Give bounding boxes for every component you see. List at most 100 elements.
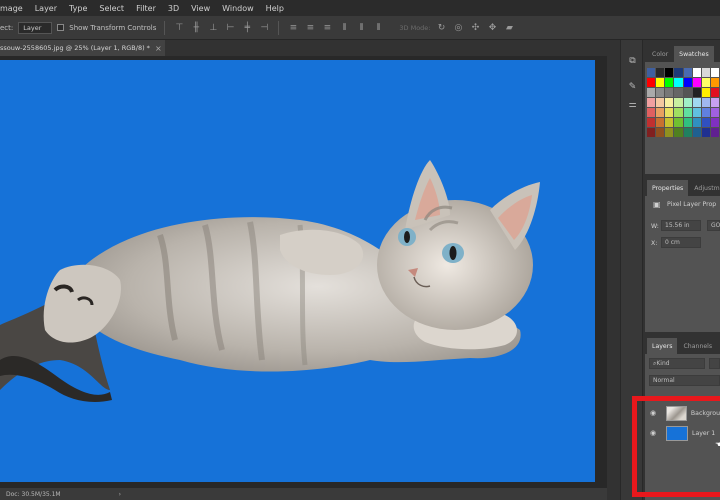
color-swatch[interactable] [665,118,674,127]
x-position-field[interactable]: 0 cm [661,237,701,248]
color-swatch[interactable] [665,98,674,107]
color-swatch[interactable] [683,118,692,127]
color-swatch[interactable] [647,118,656,127]
align-middle-icon[interactable]: ╫ [190,22,202,34]
align-top-icon[interactable]: ⊤ [173,22,185,34]
color-swatch[interactable] [683,108,692,117]
layer-filter-kind[interactable]: ⌕ Kind [649,358,705,369]
color-swatch[interactable] [701,98,710,107]
menu-select[interactable]: Select [93,4,130,13]
color-swatch[interactable] [701,78,710,87]
close-icon[interactable]: × [155,44,162,53]
tab-properties[interactable]: Properties [647,180,689,196]
color-swatch[interactable] [692,88,701,97]
color-swatch[interactable] [674,78,683,87]
color-swatch[interactable] [674,68,683,77]
menu-view[interactable]: View [185,4,216,13]
color-swatch[interactable] [656,118,665,127]
status-menu-arrow[interactable]: › [119,491,121,498]
color-swatch[interactable] [665,128,674,137]
color-swatch[interactable] [665,68,674,77]
color-swatch[interactable] [701,118,710,127]
3d-roll-icon[interactable]: ◎ [452,22,464,34]
filter-pixel-icon[interactable] [709,358,720,369]
color-swatch[interactable] [647,88,656,97]
color-swatch[interactable] [656,68,665,77]
color-swatch[interactable] [674,108,683,117]
color-swatch[interactable] [665,108,674,117]
color-swatch[interactable] [692,108,701,117]
color-swatch[interactable] [710,118,719,127]
color-swatch[interactable] [665,78,674,87]
color-swatch[interactable] [692,128,701,137]
color-swatch[interactable] [674,88,683,97]
color-swatch[interactable] [683,98,692,107]
color-swatch[interactable] [692,118,701,127]
auto-select-dropdown[interactable]: Layer [18,21,53,34]
color-swatch[interactable] [647,108,656,117]
distribute-right-icon[interactable]: ⦀ [372,22,384,34]
link-dimensions-button[interactable]: GO [707,220,720,231]
menu-window[interactable]: Window [216,4,260,13]
3d-slide-icon[interactable]: ✥ [486,22,498,34]
align-left-icon[interactable]: ⊢ [224,22,236,34]
color-swatch[interactable] [683,78,692,87]
menu-image[interactable]: mage [0,4,29,13]
color-swatch[interactable] [674,128,683,137]
tab-layers[interactable]: Layers [647,338,678,354]
color-swatch[interactable] [656,108,665,117]
color-swatch[interactable] [710,128,719,137]
color-swatch[interactable] [656,78,665,87]
color-swatch[interactable] [647,128,656,137]
adjustments-panel-icon[interactable]: ⚌ [627,100,638,111]
color-swatch[interactable] [710,88,719,97]
color-swatch[interactable] [674,98,683,107]
color-swatch[interactable] [647,68,656,77]
color-swatch[interactable] [701,128,710,137]
distribute-bottom-icon[interactable]: ≡ [321,22,333,34]
3d-pan-icon[interactable]: ✣ [469,22,481,34]
distribute-left-icon[interactable]: ⦀ [338,22,350,34]
width-field[interactable]: 15.56 in [661,220,701,231]
tab-adjustments[interactable]: Adjustme [689,180,720,196]
color-swatch[interactable] [710,78,719,87]
menu-type[interactable]: Type [63,4,93,13]
distribute-top-icon[interactable]: ≡ [287,22,299,34]
color-swatch[interactable] [656,88,665,97]
tab-channels[interactable]: Channels [678,338,717,354]
tab-color[interactable]: Color [647,46,673,62]
color-swatch[interactable] [710,98,719,107]
color-swatch[interactable] [701,108,710,117]
blend-mode-dropdown[interactable]: Normal [649,375,720,386]
color-swatch[interactable] [683,128,692,137]
color-swatch[interactable] [701,68,710,77]
document-canvas[interactable] [0,60,595,482]
color-swatch[interactable] [683,88,692,97]
color-swatch[interactable] [692,98,701,107]
color-swatch[interactable] [674,118,683,127]
color-swatch[interactable] [656,128,665,137]
distribute-center-icon[interactable]: ⦀ [355,22,367,34]
menu-layer[interactable]: Layer [29,4,63,13]
tab-swatches[interactable]: Swatches [674,46,714,62]
align-bottom-icon[interactable]: ⊥ [207,22,219,34]
3d-rotate-icon[interactable]: ↻ [435,22,447,34]
transform-controls-checkbox[interactable] [57,24,65,31]
menu-help[interactable]: Help [260,4,290,13]
color-swatch[interactable] [647,98,656,107]
document-tab[interactable]: ssouw-2558605.jpg @ 25% (Layer 1, RGB/8)… [0,40,165,56]
align-center-icon[interactable]: ╪ [241,22,253,34]
brush-panel-icon[interactable]: ✎ [627,82,638,93]
color-swatch[interactable] [710,68,719,77]
history-panel-icon[interactable]: ⧉ [627,56,638,67]
color-swatch[interactable] [710,108,719,117]
color-swatch[interactable] [647,78,656,87]
color-swatch[interactable] [665,88,674,97]
color-swatch[interactable] [692,68,701,77]
color-swatch[interactable] [692,78,701,87]
color-swatch[interactable] [683,68,692,77]
menu-3d[interactable]: 3D [162,4,185,13]
color-swatch[interactable] [701,88,710,97]
menu-filter[interactable]: Filter [130,4,162,13]
color-swatch[interactable] [656,98,665,107]
